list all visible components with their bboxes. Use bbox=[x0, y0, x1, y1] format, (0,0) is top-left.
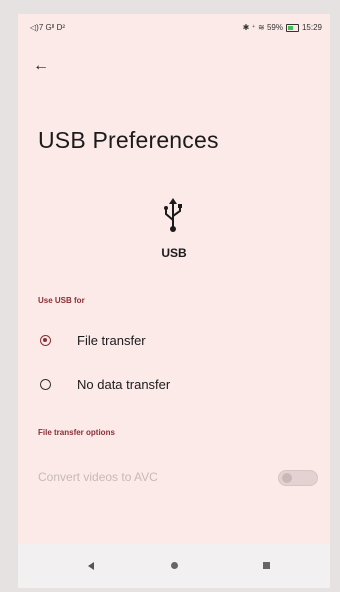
battery-icon bbox=[285, 23, 299, 32]
radio-label-file-transfer: File transfer bbox=[77, 332, 146, 348]
nav-recents-icon bbox=[263, 562, 270, 569]
status-right-icons: ✱ ⁺ ≋ 59% bbox=[242, 23, 283, 32]
file-transfer-options-header: File transfer options bbox=[38, 428, 115, 437]
convert-videos-toggle[interactable] bbox=[278, 470, 318, 486]
convert-videos-row: Convert videos to AVC bbox=[38, 466, 318, 492]
radio-label-no-data-transfer: No data transfer bbox=[77, 376, 171, 392]
usb-icon bbox=[164, 198, 182, 232]
usb-label: USB bbox=[161, 246, 187, 260]
toggle-thumb bbox=[282, 473, 292, 483]
device-frame: ◁)7 Gᴵᴵ D² ✱ ⁺ ≋ 59% 15:29 ← USB Prefere… bbox=[0, 0, 340, 592]
battery-fill bbox=[287, 25, 293, 30]
nav-home-icon bbox=[171, 562, 178, 569]
status-bar: ◁)7 Gᴵᴵ D² ✱ ⁺ ≋ 59% 15:29 bbox=[18, 14, 330, 38]
radio-option-file-transfer[interactable]: File transfer bbox=[32, 322, 322, 358]
radio-option-no-data-transfer[interactable]: No data transfer bbox=[32, 366, 322, 402]
convert-videos-label: Convert videos to AVC bbox=[38, 470, 158, 484]
status-left-icons: ◁)7 Gᴵᴵ D² bbox=[30, 23, 66, 32]
status-time: 15:29 bbox=[301, 23, 322, 32]
radio-button-selected[interactable] bbox=[40, 334, 51, 346]
back-button[interactable]: ← bbox=[28, 54, 54, 78]
nav-recents-button[interactable] bbox=[246, 544, 286, 588]
arrow-back-icon: ← bbox=[33, 57, 49, 74]
nav-back-icon bbox=[88, 562, 94, 570]
nav-back-button[interactable] bbox=[72, 544, 112, 588]
use-usb-for-header: Use USB for bbox=[38, 296, 85, 305]
status-right: ✱ ⁺ ≋ 59% 15:29 bbox=[243, 23, 322, 32]
nav-home-button[interactable] bbox=[154, 544, 194, 588]
navigation-bar bbox=[18, 544, 330, 588]
page-title: USB Preferences bbox=[38, 127, 219, 153]
radio-button-unselected[interactable] bbox=[40, 378, 51, 390]
screen: ◁)7 Gᴵᴵ D² ✱ ⁺ ≋ 59% 15:29 ← USB Prefere… bbox=[18, 14, 330, 588]
